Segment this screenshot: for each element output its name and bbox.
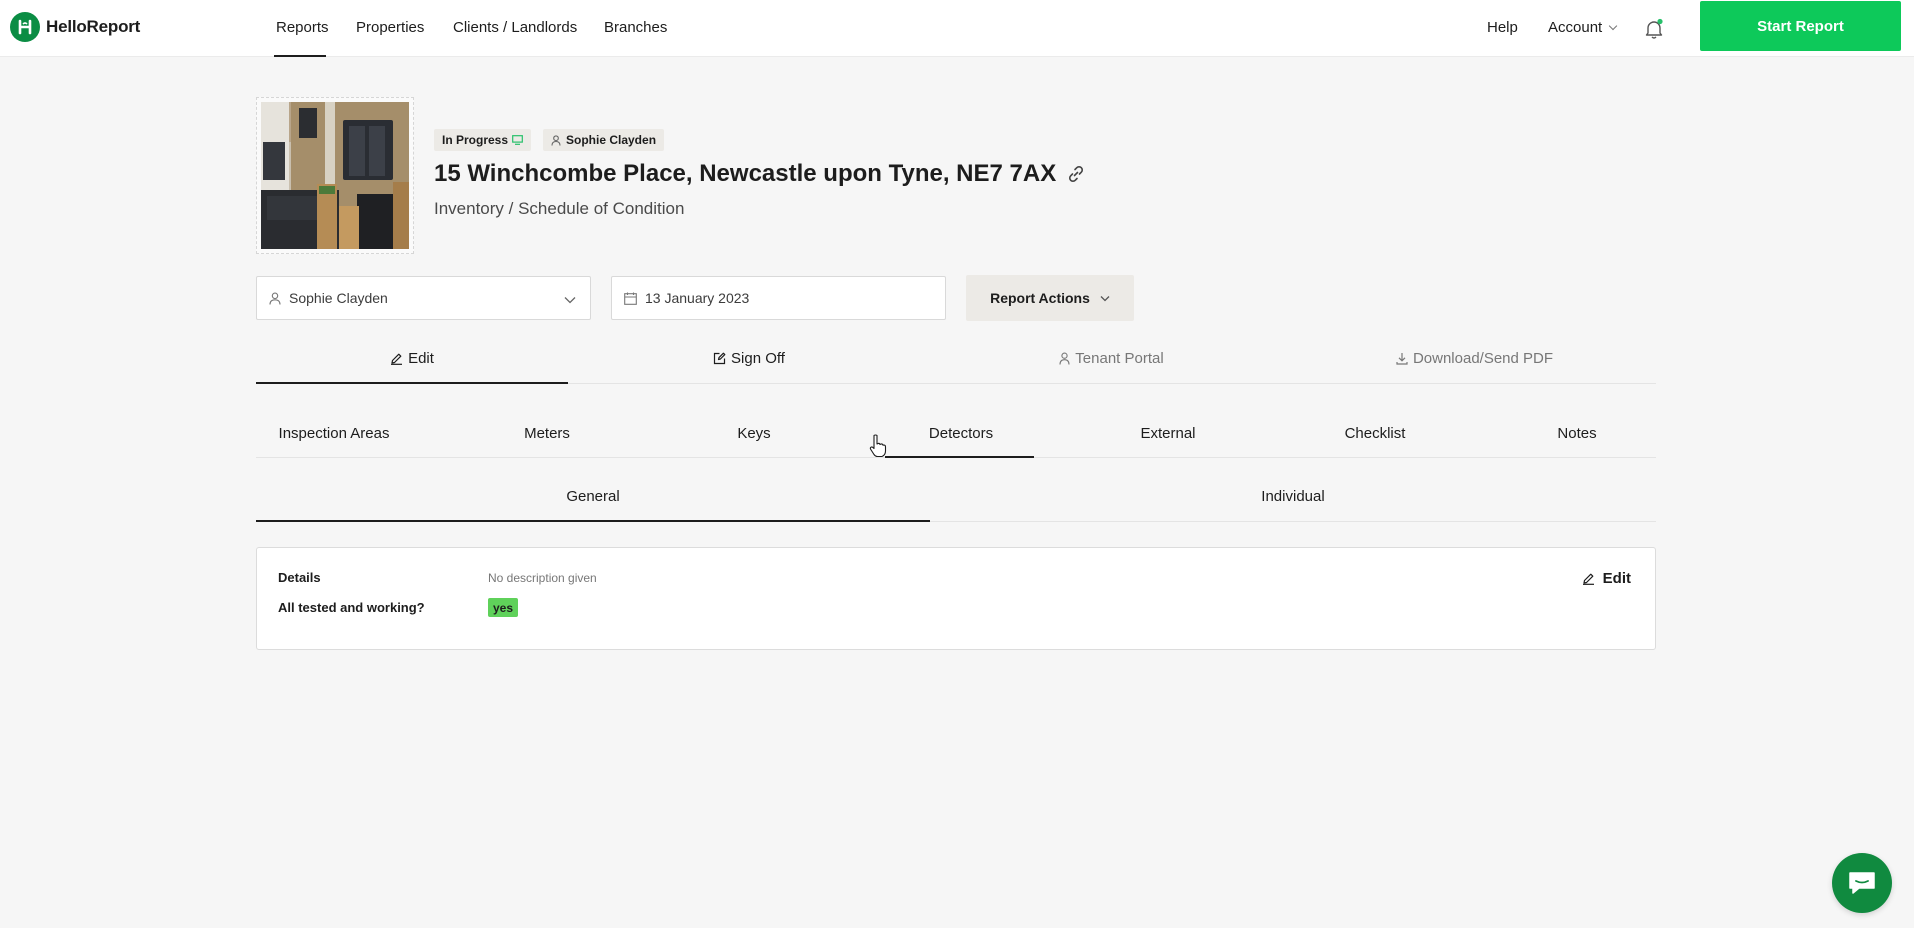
link-icon	[1069, 165, 1084, 183]
app-name: HelloReport	[46, 17, 141, 36]
user-icon	[551, 134, 561, 146]
tab-checklist[interactable]: Checklist	[1291, 409, 1459, 457]
tested-label: All tested and working?	[278, 600, 425, 615]
clerk-select-value: Sophie Clayden	[289, 290, 388, 306]
top-navigation: HelloReport Reports Properties Clients /…	[0, 0, 1914, 57]
tab-notes[interactable]: Notes	[1498, 409, 1656, 457]
nav-branches[interactable]: Branches	[604, 19, 667, 36]
tab-tenant-portal-label: Tenant Portal	[1075, 350, 1164, 367]
report-actions-label: Report Actions	[990, 290, 1090, 306]
notifications-button[interactable]	[1644, 18, 1664, 40]
chat-icon	[1849, 872, 1875, 894]
tab-detectors[interactable]: Detectors	[877, 409, 1045, 457]
card-edit-label: Edit	[1602, 570, 1631, 587]
main-tabs: Edit Sign Off Tenant Portal Download/Sen…	[256, 334, 1656, 384]
report-type: Inventory / Schedule of Condition	[434, 199, 685, 218]
nav-active-indicator	[274, 55, 326, 57]
card-edit-button[interactable]: Edit	[1582, 570, 1631, 587]
details-label: Details	[278, 570, 321, 585]
nav-help[interactable]: Help	[1487, 19, 1518, 36]
nav-reports[interactable]: Reports	[276, 19, 329, 36]
tab-download-send-pdf[interactable]: Download/Send PDF	[1293, 334, 1656, 383]
assignee-badge: Sophie Clayden	[543, 129, 665, 151]
clerk-select[interactable]: Sophie Clayden	[256, 276, 591, 320]
download-icon	[1396, 352, 1408, 365]
assignee-badge-label: Sophie Clayden	[566, 133, 657, 147]
tested-value-badge: yes	[488, 598, 519, 617]
user-icon	[1059, 352, 1070, 365]
notification-dot	[1657, 18, 1663, 25]
tab-general[interactable]: General	[256, 471, 930, 521]
bell-icon	[1645, 18, 1663, 39]
tab-edit[interactable]: Edit	[256, 334, 568, 383]
calendar-icon	[624, 292, 637, 305]
chevron-down-icon	[1100, 295, 1110, 302]
tab-inspection-areas[interactable]: Inspection Areas	[256, 409, 412, 457]
chevron-down-icon	[1608, 21, 1618, 31]
nav-clients-landlords[interactable]: Clients / Landlords	[453, 19, 577, 36]
tab-sign-off[interactable]: Sign Off	[568, 334, 930, 383]
tab-external[interactable]: External	[1084, 409, 1252, 457]
page-title: 15 Winchcombe Place, Newcastle upon Tyne…	[434, 160, 1086, 188]
start-report-button[interactable]: Start Report	[1700, 1, 1901, 51]
property-photo[interactable]	[256, 97, 414, 254]
mouse-cursor-icon	[869, 434, 887, 463]
tab-sign-off-label: Sign Off	[731, 350, 785, 367]
account-label: Account	[1548, 19, 1603, 36]
main-tab-active-indicator	[256, 382, 568, 384]
pencil-icon	[1582, 572, 1595, 585]
detectors-general-card: Details No description given All tested …	[256, 547, 1656, 650]
pencil-icon	[390, 352, 403, 365]
account-menu[interactable]: Account	[1548, 19, 1618, 36]
sub-tab-active-indicator	[256, 520, 930, 522]
copy-link-button[interactable]	[1066, 164, 1086, 184]
date-input[interactable]: 13 January 2023	[611, 276, 946, 320]
app-logo[interactable]: HelloReport	[10, 12, 140, 42]
tab-tenant-portal[interactable]: Tenant Portal	[930, 334, 1293, 383]
monitor-icon	[512, 135, 523, 145]
edit-square-icon	[713, 352, 726, 365]
section-tabs: Inspection Areas Meters Keys Detectors E…	[256, 409, 1656, 458]
details-value: No description given	[488, 571, 597, 585]
property-thumbnail	[261, 102, 409, 249]
report-actions-button[interactable]: Report Actions	[966, 275, 1134, 321]
tab-edit-label: Edit	[408, 350, 434, 367]
tab-meters[interactable]: Meters	[463, 409, 631, 457]
nav-properties[interactable]: Properties	[356, 19, 424, 36]
section-tab-active-indicator	[885, 456, 1034, 458]
tab-keys[interactable]: Keys	[670, 409, 838, 457]
tab-download-label: Download/Send PDF	[1412, 350, 1554, 367]
status-badge-label: In Progress	[442, 133, 509, 147]
status-badge: In Progress	[434, 129, 532, 151]
date-input-value: 13 January 2023	[645, 290, 750, 306]
sub-tabs: General Individual	[256, 471, 1656, 522]
chevron-down-icon	[564, 291, 576, 307]
property-address: 15 Winchcombe Place, Newcastle upon Tyne…	[434, 160, 1057, 187]
helloreport-logo-icon	[10, 12, 40, 42]
tab-individual[interactable]: Individual	[930, 471, 1656, 521]
user-icon	[269, 292, 281, 305]
chat-widget-button[interactable]	[1832, 853, 1892, 913]
